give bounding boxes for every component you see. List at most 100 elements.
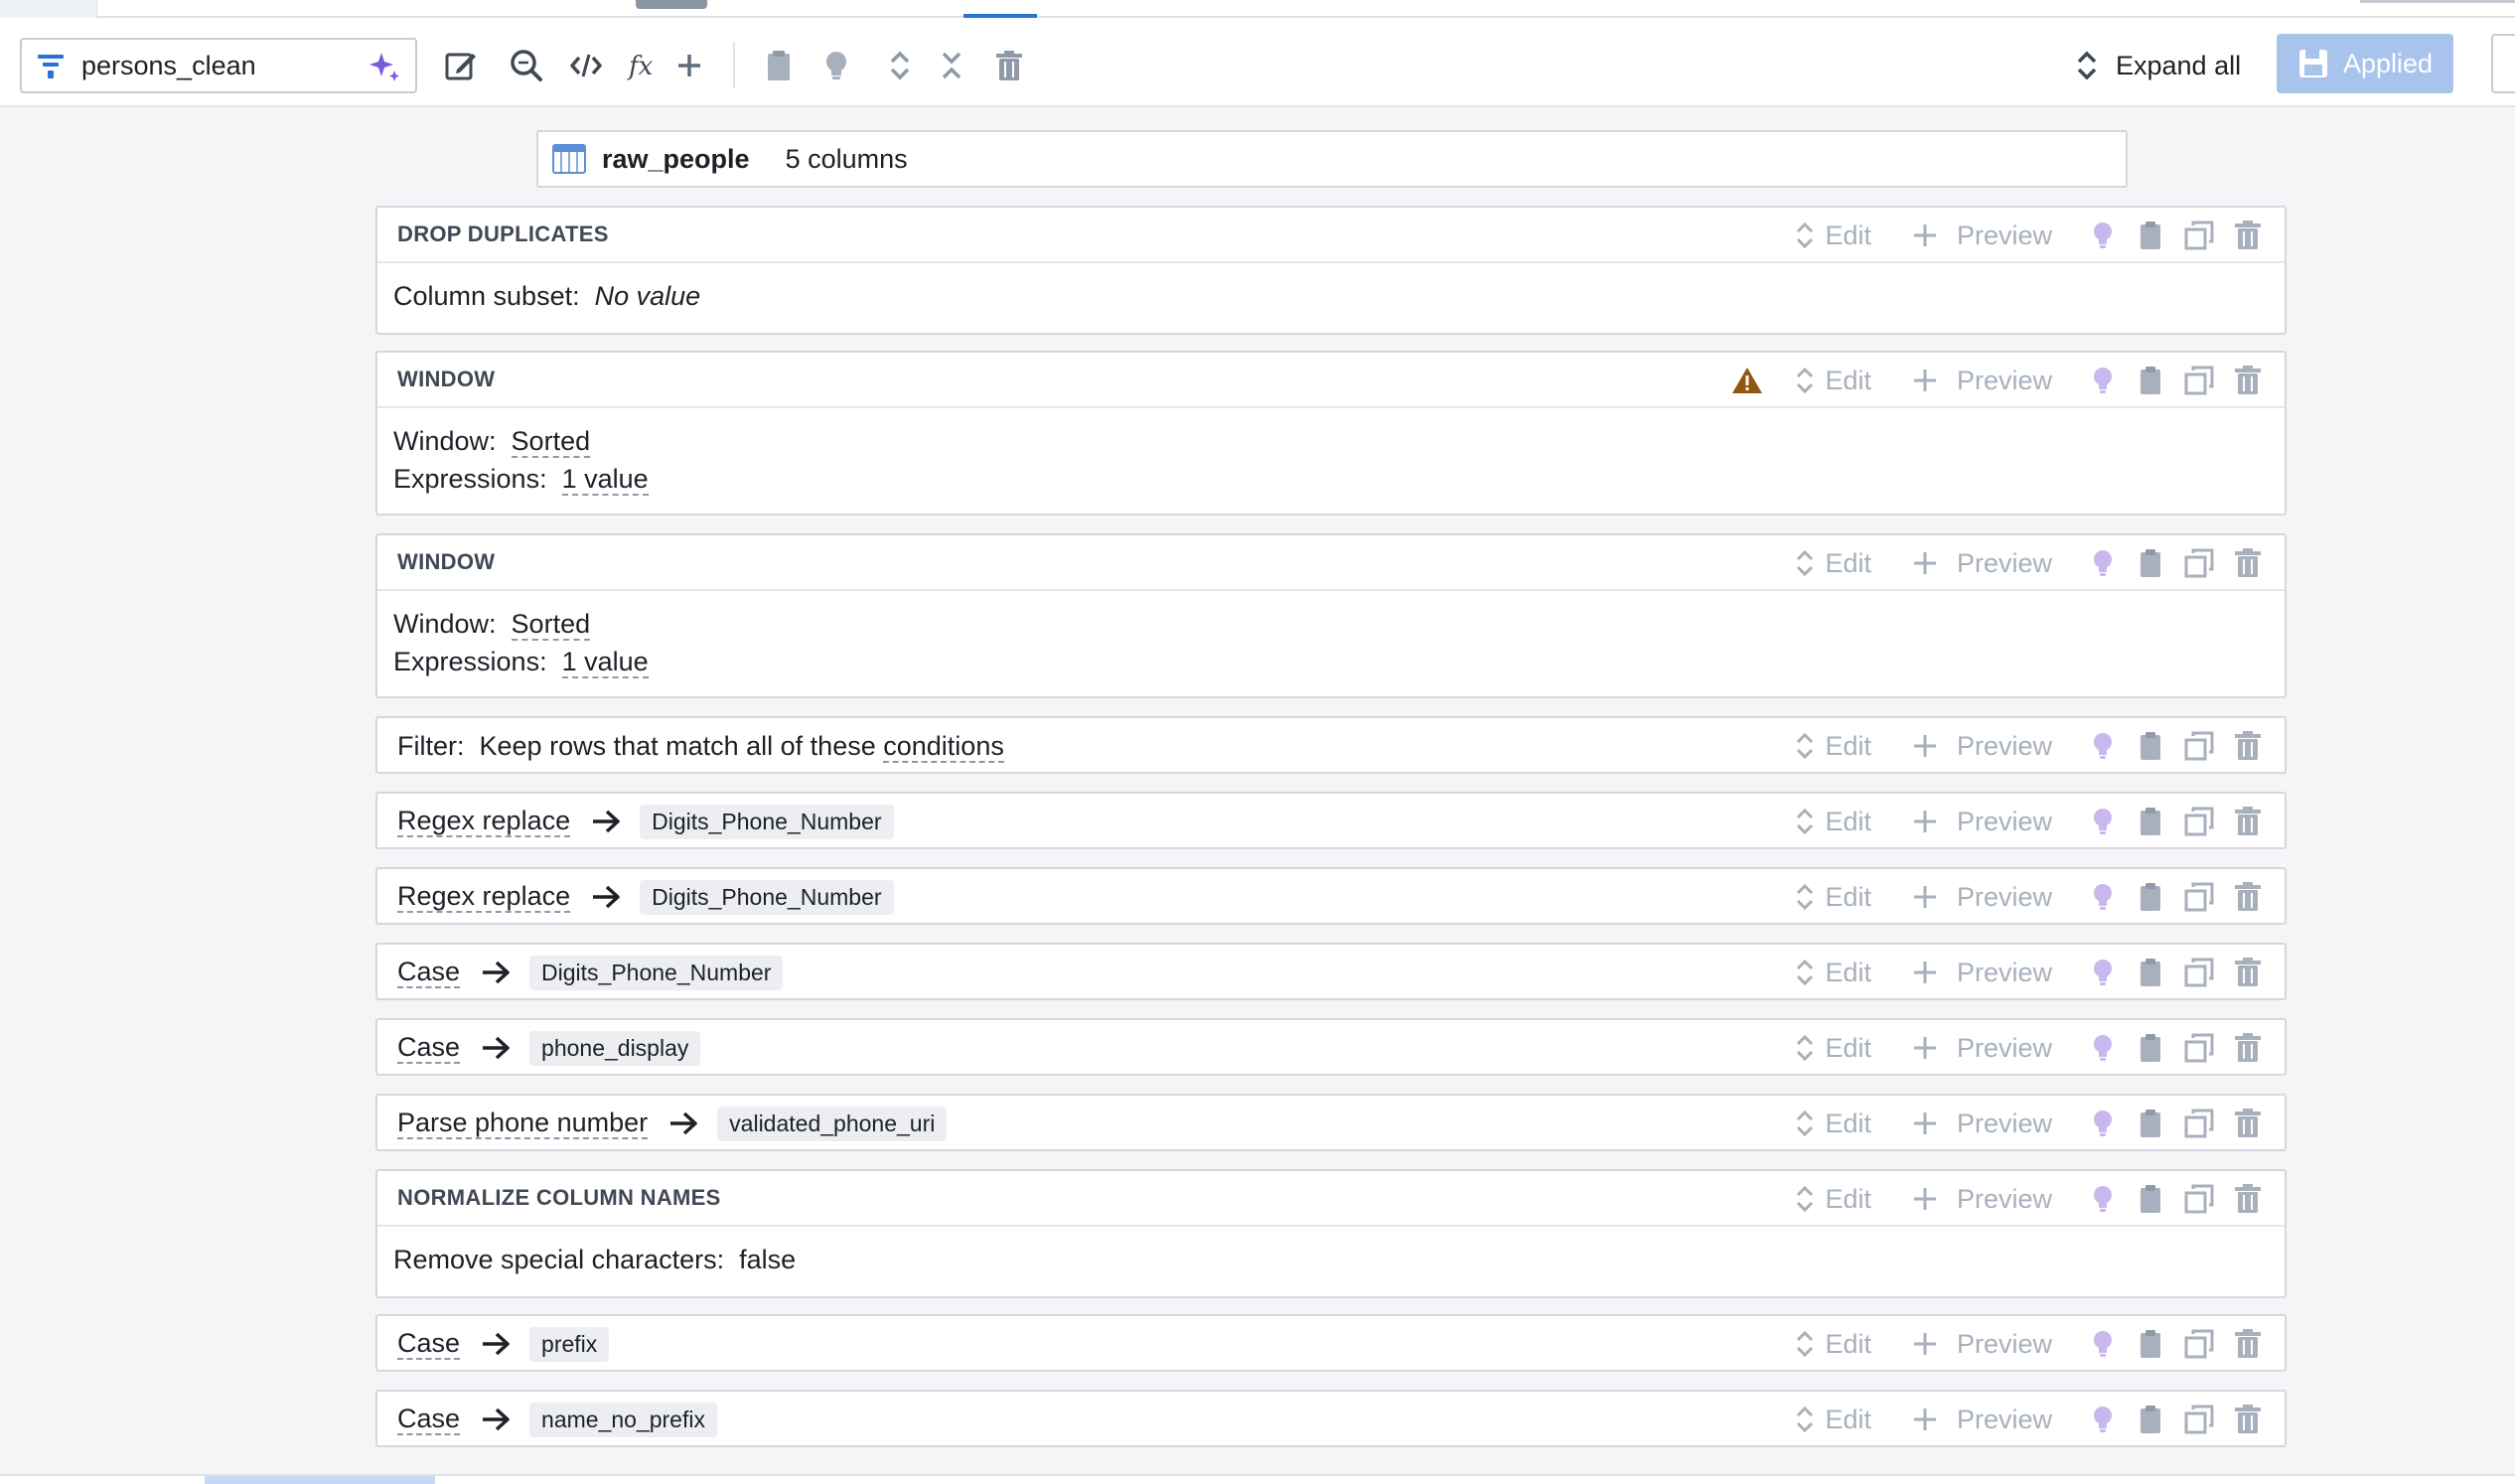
paste-button[interactable] [2138,365,2163,396]
transform-step[interactable]: Regex replace Digits_Phone_Number Edit Pr… [375,867,2287,925]
search-icon[interactable] [507,46,546,85]
sparkle-icon[interactable] [368,49,401,82]
collapse-icon[interactable] [932,46,971,85]
transform-step[interactable]: Case prefix Edit Preview [375,1314,2287,1372]
preview-button[interactable]: Preview [1911,807,2052,837]
suggest-button[interactable] [2090,1328,2116,1360]
duplicate-button[interactable] [2183,547,2215,579]
filter-conditions-link[interactable]: conditions [883,730,1004,763]
paste-button[interactable] [2138,1328,2163,1360]
transform-step[interactable]: Case name_no_prefix Edit Preview [375,1390,2287,1447]
step-label[interactable]: Case [397,1404,461,1435]
output-column-pill[interactable]: Digits_Phone_Number [640,804,894,839]
param-value[interactable]: 1 value [561,647,649,678]
preview-button[interactable]: Preview [1911,1405,2052,1435]
duplicate-button[interactable] [2183,220,2215,251]
duplicate-button[interactable] [2183,1032,2215,1064]
delete-button[interactable] [2233,806,2263,837]
function-icon[interactable]: fx [624,46,664,85]
plus-icon[interactable] [669,46,709,85]
edit-button[interactable]: Edit [1825,882,1871,913]
paste-button[interactable] [2138,220,2163,251]
transform-name-input[interactable]: persons_clean [20,38,417,93]
transform-step[interactable]: WINDOW Edit Preview Window: Sorted Expre… [375,351,2287,516]
step-label[interactable]: Case [397,1328,461,1360]
param-value[interactable]: Sorted [511,426,591,458]
paste-button[interactable] [2138,730,2163,762]
delete-button[interactable] [2233,730,2263,762]
duplicate-button[interactable] [2183,1183,2215,1215]
preview-button[interactable]: Preview [1911,548,2052,579]
suggest-button[interactable] [2090,881,2116,913]
delete-button[interactable] [2233,1032,2263,1064]
clipboard-icon[interactable] [759,46,799,85]
edit-button[interactable]: Edit [1825,1033,1871,1064]
step-label[interactable]: Regex replace [397,881,571,913]
edit-button[interactable]: Edit [1825,1405,1871,1435]
paste-button[interactable] [2138,881,2163,913]
edit-button[interactable]: Edit [1825,366,1871,396]
preview-button[interactable]: Preview [1911,1033,2052,1064]
paste-button[interactable] [2138,1183,2163,1215]
output-column-pill[interactable]: prefix [529,1326,610,1362]
expand-all-button[interactable]: Expand all [2072,42,2241,89]
edit-icon[interactable] [441,46,481,85]
reorder-button[interactable] [1793,365,1817,396]
duplicate-button[interactable] [2183,881,2215,913]
delete-button[interactable] [2233,881,2263,913]
delete-button[interactable] [2233,220,2263,251]
overflow-button-fragment[interactable] [2491,34,2515,93]
reorder-button[interactable] [1793,1328,1817,1360]
code-icon[interactable] [566,46,606,85]
suggest-button[interactable] [2090,730,2116,762]
reorder-button[interactable] [1793,730,1817,762]
preview-button[interactable]: Preview [1911,731,2052,762]
duplicate-button[interactable] [2183,1108,2215,1139]
step-label[interactable]: Regex replace [397,806,571,837]
duplicate-button[interactable] [2183,1328,2215,1360]
edit-button[interactable]: Edit [1825,548,1871,579]
duplicate-button[interactable] [2183,957,2215,988]
suggest-button[interactable] [2090,957,2116,988]
delete-button[interactable] [2233,1328,2263,1360]
warning-icon[interactable] [1730,366,1764,395]
transform-step[interactable]: Filter: Keep rows that match all of thes… [375,716,2287,774]
step-label[interactable]: Case [397,1032,461,1064]
lightbulb-icon[interactable] [816,46,856,85]
param-value[interactable]: Sorted [511,609,591,641]
edit-button[interactable]: Edit [1825,731,1871,762]
output-column-pill[interactable]: Digits_Phone_Number [529,955,784,990]
suggest-button[interactable] [2090,220,2116,251]
transform-step[interactable]: WINDOW Edit Preview Window: Sorted Expre… [375,533,2287,698]
reorder-button[interactable] [1793,1108,1817,1139]
preview-button[interactable]: Preview [1911,221,2052,251]
transform-step[interactable]: DROP DUPLICATES Edit Preview Column subs… [375,206,2287,335]
reorder-button[interactable] [1793,1183,1817,1215]
delete-button[interactable] [2233,365,2263,396]
reorder-button[interactable] [1793,1404,1817,1435]
reorder-button[interactable] [1793,881,1817,913]
edit-button[interactable]: Edit [1825,958,1871,988]
paste-button[interactable] [2138,806,2163,837]
paste-button[interactable] [2138,1108,2163,1139]
step-label[interactable]: Case [397,957,461,988]
paste-button[interactable] [2138,957,2163,988]
trash-icon[interactable] [989,46,1029,85]
preview-button[interactable]: Preview [1911,1184,2052,1215]
applied-button[interactable]: Applied [2277,34,2453,93]
delete-button[interactable] [2233,1183,2263,1215]
edit-button[interactable]: Edit [1825,221,1871,251]
delete-button[interactable] [2233,1404,2263,1435]
preview-button[interactable]: Preview [1911,1329,2052,1360]
expand-icon[interactable] [880,46,920,85]
step-label[interactable]: Parse phone number [397,1108,649,1139]
duplicate-button[interactable] [2183,730,2215,762]
output-column-pill[interactable]: Digits_Phone_Number [640,879,894,915]
transform-step[interactable]: NORMALIZE COLUMN NAMES Edit Preview Remo… [375,1169,2287,1298]
suggest-button[interactable] [2090,365,2116,396]
reorder-button[interactable] [1793,547,1817,579]
duplicate-button[interactable] [2183,365,2215,396]
reorder-button[interactable] [1793,220,1817,251]
suggest-button[interactable] [2090,1032,2116,1064]
preview-button[interactable]: Preview [1911,366,2052,396]
